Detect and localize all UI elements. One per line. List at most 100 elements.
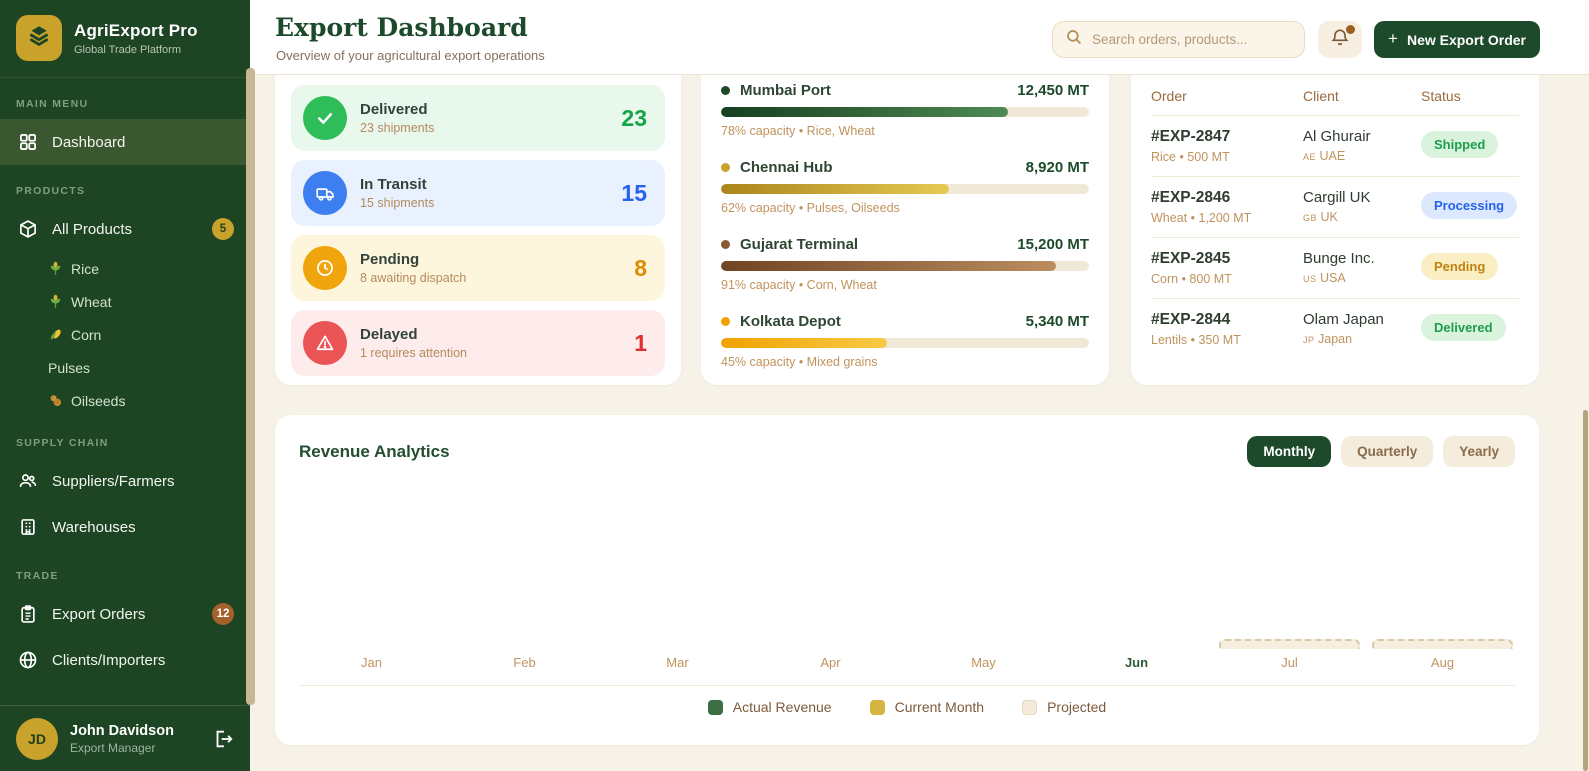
dot-icon	[721, 163, 730, 172]
top-header: Export Dashboard Overview of your agricu…	[250, 0, 1589, 75]
notification-dot	[1346, 25, 1355, 34]
table-row[interactable]: #EXP-2847 Rice • 500 MT Al Ghurair AE UA…	[1151, 116, 1519, 177]
search-icon	[1065, 28, 1083, 51]
revenue-title: Revenue Analytics	[299, 441, 450, 461]
x-axis-labels: Jan Feb Mar Apr May Jun Jul Aug	[295, 655, 1519, 670]
wheat-sprig-icon	[48, 261, 63, 276]
country: Japan	[1318, 332, 1353, 346]
tab-yearly[interactable]: Yearly	[1443, 436, 1515, 467]
sidebar-item-warehouses[interactable]: Warehouses	[0, 504, 250, 550]
warehouse-volume: 8,920 MT	[1025, 159, 1089, 176]
sidebar-subitem-label: Corn	[71, 326, 102, 343]
section-supply-chain: SUPPLY CHAIN	[16, 437, 109, 449]
table-row[interactable]: #EXP-2844 Lentils • 350 MT Olam Japan JP…	[1151, 299, 1519, 359]
table-row[interactable]: #EXP-2846 Wheat • 1,200 MT Cargill UK GB…	[1151, 177, 1519, 238]
country: UK	[1320, 210, 1338, 224]
check-icon	[303, 96, 347, 140]
building-icon	[18, 517, 38, 537]
user-profile[interactable]: JD John Davidson Export Manager	[0, 705, 250, 771]
x-tick: Jul	[1281, 655, 1298, 670]
order-detail: Wheat • 1,200 MT	[1151, 211, 1252, 225]
x-tick: Apr	[820, 655, 841, 670]
x-tick: Mar	[666, 655, 689, 670]
country-code: US	[1303, 274, 1317, 284]
sidebar-subitem-label: Rice	[71, 260, 100, 277]
alert-icon	[303, 321, 347, 365]
warehouse-row-kolkata: Kolkata Depot 5,340 MT 45% capacity • Mi…	[721, 313, 1089, 369]
warehouse-capacity-card: Mumbai Port 12,450 MT 78% capacity • Ric…	[701, 75, 1109, 385]
status-tile-in-transit[interactable]: In Transit 15 shipments 15	[291, 160, 665, 226]
notifications-button[interactable]	[1318, 21, 1362, 58]
sidebar-item-pulses[interactable]: Pulses	[0, 351, 250, 384]
new-export-order-button[interactable]: + New Export Order	[1374, 21, 1540, 58]
search-input[interactable]	[1092, 32, 1292, 47]
legend-swatch	[707, 699, 723, 715]
sidebar-item-label: All Products	[52, 220, 133, 238]
status-tile-delayed[interactable]: Delayed 1 requires attention 1	[291, 310, 665, 376]
status-count: 8	[634, 254, 647, 281]
capacity-caption: 62% capacity • Pulses, Oilseeds	[721, 201, 900, 215]
country: UAE	[1319, 149, 1346, 163]
status-count: 15	[621, 179, 647, 206]
table-row[interactable]: #EXP-2845 Corn • 800 MT Bunge Inc. US US…	[1151, 238, 1519, 299]
logout-icon[interactable]	[212, 728, 234, 750]
revenue-analytics-card: Revenue Analytics Monthly Quarterly Year…	[275, 415, 1539, 745]
plus-icon: +	[1388, 29, 1398, 48]
status-count: 1	[634, 329, 647, 356]
globe-icon	[18, 650, 38, 670]
country: USA	[1320, 271, 1346, 285]
main-content: Delivered 23 shipments 23 In Transit 15 …	[250, 75, 1589, 771]
x-tick: Feb	[513, 655, 536, 670]
tab-monthly[interactable]: Monthly	[1247, 436, 1332, 467]
client-name: Cargill UK	[1303, 189, 1371, 206]
x-tick: May	[971, 655, 996, 670]
peanut-icon	[48, 393, 63, 408]
status-subtitle: 23 shipments	[360, 121, 435, 135]
page-scrollbar[interactable]	[1583, 410, 1588, 771]
order-detail: Corn • 800 MT	[1151, 272, 1232, 286]
warehouse-row-gujarat: Gujarat Terminal 15,200 MT 91% capacity …	[721, 236, 1089, 292]
chart-legend: Actual Revenue Current Month Projected	[275, 699, 1539, 715]
order-id: #EXP-2847	[1151, 128, 1231, 145]
sidebar-item-rice[interactable]: Rice	[0, 252, 250, 285]
x-tick: Jan	[361, 655, 382, 670]
sidebar-scrollbar[interactable]	[246, 68, 255, 705]
order-id: #EXP-2845	[1151, 250, 1231, 267]
sidebar-item-label: Export Orders	[52, 605, 146, 623]
status-title: In Transit	[360, 176, 427, 193]
status-title: Pending	[360, 251, 420, 268]
warehouse-row-chennai: Chennai Hub 8,920 MT 62% capacity • Puls…	[721, 159, 1089, 215]
capacity-bar	[721, 261, 1089, 271]
legend-current-month: Current Month	[869, 699, 984, 715]
status-tile-pending[interactable]: Pending 8 awaiting dispatch 8	[291, 235, 665, 301]
layers-icon	[26, 23, 52, 54]
warehouse-name: Chennai Hub	[740, 159, 833, 176]
status-subtitle: 15 shipments	[360, 196, 435, 210]
warehouse-volume: 5,340 MT	[1025, 313, 1089, 330]
tab-quarterly[interactable]: Quarterly	[1341, 436, 1434, 467]
capacity-caption: 91% capacity • Corn, Wheat	[721, 278, 877, 292]
capacity-caption: 45% capacity • Mixed grains	[721, 355, 878, 369]
capacity-bar	[721, 184, 1089, 194]
status-tile-delivered[interactable]: Delivered 23 shipments 23	[291, 85, 665, 151]
sidebar-item-suppliers[interactable]: Suppliers/Farmers	[0, 458, 250, 504]
sidebar-item-clients[interactable]: Clients/Importers	[0, 637, 250, 683]
page-title: Export Dashboard	[275, 13, 528, 42]
sidebar-item-export-orders[interactable]: Export Orders 12	[0, 591, 250, 637]
sidebar: AgriExport Pro Global Trade Platform MAI…	[0, 0, 250, 771]
orders-table-header: Order Client Status	[1151, 84, 1519, 116]
sidebar-item-all-products[interactable]: All Products 5	[0, 206, 250, 252]
sidebar-item-corn[interactable]: Corn	[0, 318, 250, 351]
new-order-label: New Export Order	[1406, 31, 1526, 48]
order-detail: Lentils • 350 MT	[1151, 333, 1241, 347]
bar-column-aug	[1366, 639, 1519, 649]
search-box[interactable]	[1052, 21, 1305, 58]
sidebar-item-wheat[interactable]: Wheat	[0, 285, 250, 318]
sidebar-item-dashboard[interactable]: Dashboard	[0, 119, 250, 165]
status-subtitle: 8 awaiting dispatch	[360, 271, 467, 285]
status-count: 23	[621, 104, 647, 131]
sidebar-subitem-label: Wheat	[71, 293, 112, 310]
status-badge: Processing	[1421, 192, 1518, 219]
sidebar-item-oilseeds[interactable]: Oilseeds	[0, 384, 250, 417]
recent-orders-card: Order Client Status #EXP-2847 Rice • 500…	[1131, 75, 1539, 385]
